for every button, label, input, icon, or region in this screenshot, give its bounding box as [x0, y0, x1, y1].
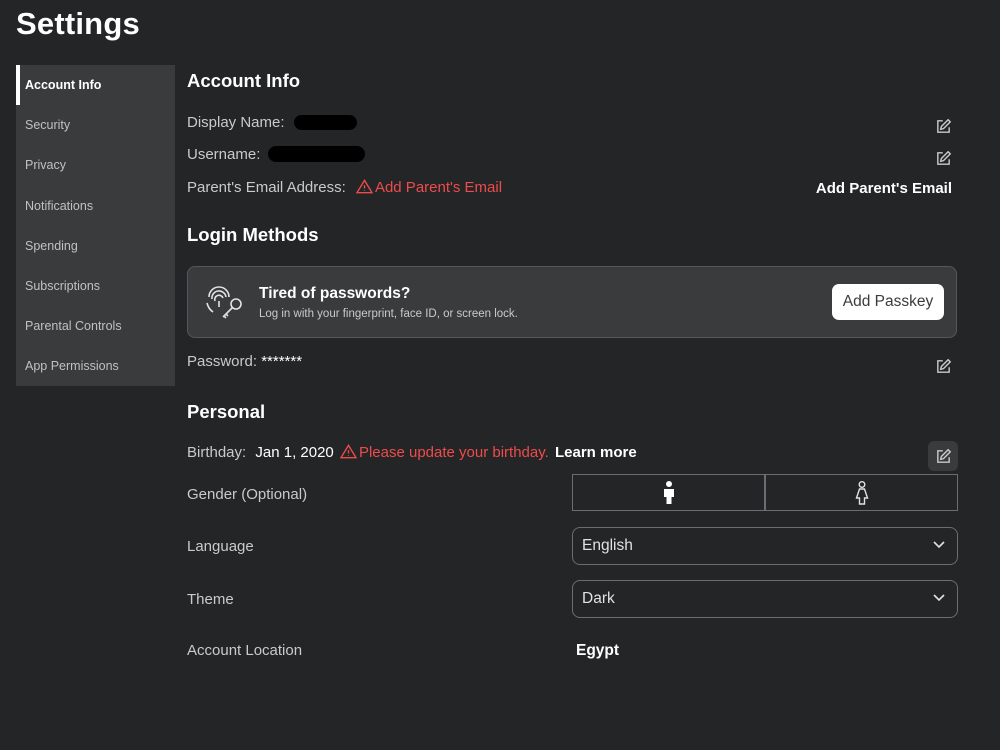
- sidebar-item-subscriptions[interactable]: Subscriptions: [16, 266, 175, 306]
- language-select[interactable]: English: [572, 527, 958, 565]
- login-methods-heading: Login Methods: [187, 224, 319, 245]
- password-value: *******: [261, 353, 303, 370]
- birthday-label: Birthday:: [187, 444, 247, 461]
- personal-heading: Personal: [187, 401, 266, 422]
- birthday-value: Jan 1, 2020: [255, 444, 334, 461]
- language-label: Language: [187, 538, 254, 555]
- username-redaction: [268, 146, 365, 162]
- sidebar-item-app-permissions[interactable]: App Permissions: [16, 346, 175, 386]
- add-parent-email-link[interactable]: Add Parent's Email: [816, 180, 952, 197]
- edit-password-icon[interactable]: [934, 357, 952, 375]
- passkey-title: Tired of passwords?: [259, 285, 411, 302]
- add-passkey-button[interactable]: Add Passkey: [832, 284, 944, 320]
- passkey-card: Tired of passwords? Log in with your fin…: [187, 266, 957, 338]
- chevron-down-icon: [933, 594, 945, 602]
- gender-label: Gender (Optional): [187, 486, 308, 503]
- warning-icon: [355, 179, 373, 194]
- birthday-row: Birthday: Jan 1, 2020 Please update your…: [187, 444, 637, 461]
- gender-selector: [572, 474, 958, 511]
- settings-sidebar: Account Info Security Privacy Notificati…: [16, 65, 175, 386]
- edit-display-name-icon[interactable]: [934, 117, 952, 135]
- fingerprint-key-icon: [203, 281, 247, 326]
- password-label: Password:: [187, 353, 258, 370]
- sidebar-item-spending[interactable]: Spending: [16, 226, 175, 266]
- language-select-value: English: [582, 537, 633, 554]
- sidebar-item-security[interactable]: Security: [16, 105, 175, 145]
- parent-email-warning-text: Add Parent's Email: [374, 179, 503, 196]
- sidebar-item-parental-controls[interactable]: Parental Controls: [16, 306, 175, 346]
- password-row: Password: *******: [187, 353, 302, 370]
- passkey-subtitle: Log in with your fingerprint, face ID, o…: [259, 308, 518, 320]
- birthday-warning: Please update your birthday.: [339, 444, 553, 461]
- page-title: Settings: [16, 6, 140, 41]
- username-label: Username:: [187, 146, 261, 163]
- account-info-heading: Account Info: [187, 70, 301, 91]
- edit-birthday-icon[interactable]: [928, 441, 958, 471]
- female-icon: [855, 480, 868, 505]
- birthday-learn-more-link[interactable]: Learn more: [555, 444, 637, 461]
- parent-email-label: Parent's Email Address:: [187, 179, 346, 196]
- chevron-down-icon: [933, 541, 945, 549]
- display-name-label: Display Name:: [187, 114, 285, 131]
- theme-select[interactable]: Dark: [572, 580, 958, 618]
- gender-male-button[interactable]: [573, 475, 764, 510]
- display-name-redaction: [294, 115, 357, 130]
- birthday-warning-text: Please update your birthday.: [358, 444, 549, 461]
- parent-email-warning: Add Parent's Email: [355, 179, 503, 196]
- theme-label: Theme: [187, 591, 234, 608]
- male-icon: [663, 480, 674, 504]
- theme-select-value: Dark: [582, 590, 615, 607]
- gender-female-button[interactable]: [764, 475, 957, 510]
- warning-icon: [339, 444, 357, 459]
- parent-email-row: Parent's Email Address: Add Parent's Ema…: [187, 179, 502, 196]
- account-location-value: Egypt: [576, 642, 620, 659]
- sidebar-item-account-info[interactable]: Account Info: [16, 65, 175, 106]
- sidebar-item-notifications[interactable]: Notifications: [16, 186, 175, 226]
- sidebar-item-privacy[interactable]: Privacy: [16, 145, 175, 185]
- edit-username-icon[interactable]: [934, 149, 952, 167]
- account-location-label: Account Location: [187, 642, 303, 659]
